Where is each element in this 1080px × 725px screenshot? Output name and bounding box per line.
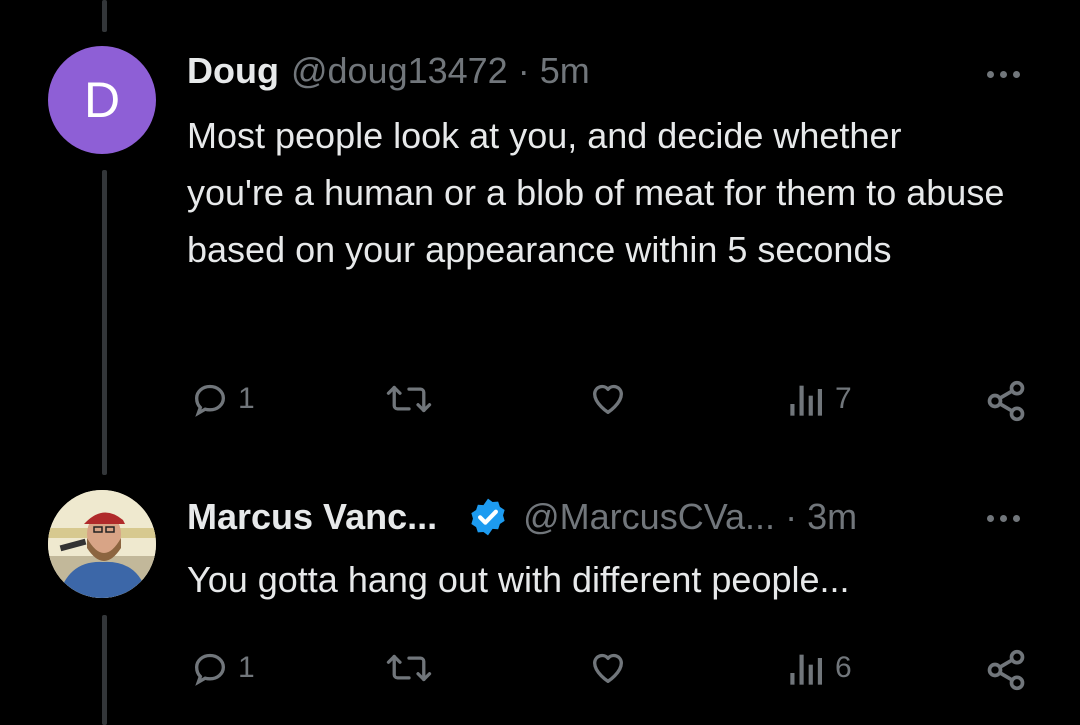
- more-icon[interactable]: [987, 515, 1020, 522]
- like-button[interactable]: [587, 379, 629, 419]
- views-icon: [790, 654, 822, 685]
- like-icon: [593, 653, 623, 683]
- reply-button[interactable]: 1: [190, 379, 255, 419]
- tweet-text: Most people look at you, and decide whet…: [187, 115, 1005, 270]
- retweet-icon: [386, 654, 432, 682]
- tweet-header: Doug @doug13472 · 5m: [187, 50, 590, 92]
- like-button[interactable]: [587, 648, 629, 688]
- author-name[interactable]: Doug: [187, 50, 279, 92]
- thread-line-bottom: [102, 615, 107, 725]
- share-icon: [987, 380, 1025, 422]
- avatar[interactable]: [48, 490, 156, 598]
- share-icon: [987, 649, 1025, 691]
- views-button[interactable]: 6: [787, 648, 852, 688]
- retweet-button[interactable]: [386, 379, 432, 419]
- views-icon: [790, 385, 822, 416]
- view-count: 7: [835, 382, 852, 415]
- views-button[interactable]: 7: [787, 379, 852, 419]
- like-icon: [593, 384, 623, 414]
- avatar-photo: [48, 490, 156, 598]
- reply-icon: [194, 653, 226, 686]
- verified-badge-icon: [471, 498, 505, 536]
- timestamp[interactable]: 5m: [540, 50, 590, 92]
- author-name[interactable]: Marcus Vanc...: [187, 496, 437, 538]
- reply-button[interactable]: 1: [190, 648, 255, 688]
- avatar[interactable]: D: [48, 46, 156, 154]
- share-button[interactable]: [984, 648, 1028, 692]
- reply-count: 1: [238, 382, 255, 415]
- thread-line-top: [102, 0, 107, 32]
- tweet-header: Marcus Vanc... @MarcusCVa... · 3m: [187, 496, 857, 538]
- author-handle[interactable]: @MarcusCVa...: [523, 496, 775, 538]
- timestamp[interactable]: 3m: [807, 496, 857, 538]
- reply-count: 1: [238, 651, 255, 684]
- avatar-letter: D: [83, 72, 121, 128]
- author-handle[interactable]: @doug13472: [291, 50, 508, 92]
- separator: ·: [517, 50, 530, 91]
- retweet-icon: [386, 385, 432, 413]
- retweet-button[interactable]: [386, 648, 432, 688]
- view-count: 6: [835, 651, 852, 684]
- tweet-text: You gotta hang out with different people…: [187, 559, 850, 600]
- separator: ·: [785, 496, 798, 537]
- more-icon[interactable]: [987, 71, 1020, 78]
- thread-line-mid: [102, 170, 107, 475]
- share-button[interactable]: [984, 379, 1028, 423]
- reply-icon: [194, 384, 226, 417]
